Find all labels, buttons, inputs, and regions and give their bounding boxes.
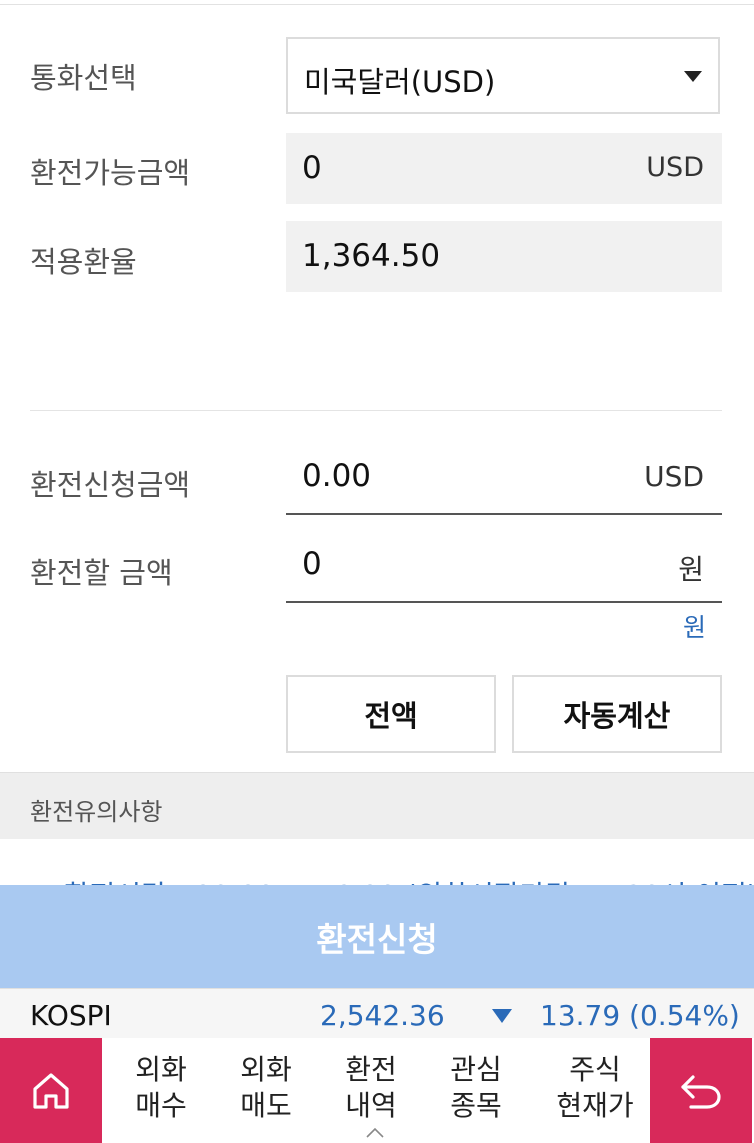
section-divider <box>30 410 722 411</box>
auto-calc-button[interactable]: 자동계산 <box>512 675 722 753</box>
nav-item-exchange-history-line2: 내역 <box>345 1089 397 1122</box>
ticker-change: 13.79 (0.54%) <box>540 999 740 1032</box>
notice-header: 환전유의사항 <box>0 772 754 839</box>
chevron-up-icon <box>366 1127 384 1138</box>
nav-item-stock-price-line2: 현재가 <box>556 1089 634 1122</box>
exchange-amount-unit: 원 <box>678 553 704 586</box>
notice-body: · 환전시간 : 08:00 ~ 16:00 (외화시장마감 15:30시 이전… <box>0 838 754 885</box>
nav-item-fx-buy[interactable]: 외화 매수 <box>132 1052 190 1124</box>
home-button[interactable] <box>0 1038 102 1143</box>
top-divider <box>0 4 754 5</box>
exchange-apply-button[interactable]: 환전신청 <box>0 885 754 988</box>
home-icon <box>33 1072 69 1109</box>
notice-title: 환전유의사항 <box>30 798 163 826</box>
exchange-amount-label: 환전할 금액 <box>30 556 173 590</box>
nav-item-watchlist-line1: 관심 <box>450 1053 502 1086</box>
rate-field: 1,364.50 <box>286 221 722 292</box>
nav-item-exchange-history[interactable]: 환전 내역 <box>342 1052 400 1124</box>
request-amount-input[interactable]: 0.00 USD <box>286 453 722 515</box>
rate-label: 적용환율 <box>30 245 137 279</box>
ticker-name: KOSPI <box>30 999 112 1032</box>
down-triangle-icon <box>492 1009 512 1023</box>
nav-item-watchlist[interactable]: 관심 종목 <box>447 1052 505 1124</box>
available-amount-unit: USD <box>646 152 704 183</box>
exchange-amount-input[interactable]: 0 원 <box>286 541 722 603</box>
index-ticker[interactable]: KOSPI 2,542.36 13.79 (0.54%) <box>0 988 754 1039</box>
nav-item-stock-price-line1: 주식 <box>569 1053 621 1086</box>
notice-text: · 환전시간 : 08:00 ~ 16:00 (외화시장마감 15:30시 이전… <box>46 874 754 885</box>
nav-item-fx-sell[interactable]: 외화 매도 <box>237 1052 295 1124</box>
exchange-amount-value: 0 <box>302 546 322 582</box>
nav-item-fx-sell-line1: 외화 <box>240 1053 292 1086</box>
nav-item-fx-buy-line2: 매수 <box>135 1089 187 1122</box>
currency-selected-value: 미국달러(USD) <box>304 65 496 99</box>
back-button[interactable] <box>650 1038 752 1143</box>
rate-value: 1,364.50 <box>302 238 441 274</box>
available-amount-value: 0 <box>302 150 322 186</box>
nav-item-exchange-history-line1: 환전 <box>345 1053 397 1086</box>
request-amount-label: 환전신청금액 <box>30 468 191 502</box>
exchange-amount-hint: 원 <box>682 613 706 642</box>
currency-select[interactable]: 미국달러(USD) <box>286 37 720 114</box>
currency-label: 통화선택 <box>30 61 137 95</box>
nav-item-fx-buy-line1: 외화 <box>135 1053 187 1086</box>
full-amount-button[interactable]: 전액 <box>286 675 496 753</box>
back-arrow-icon <box>681 1074 721 1109</box>
nav-item-stock-price[interactable]: 주식 현재가 <box>552 1052 638 1124</box>
ticker-price: 2,542.36 <box>320 999 445 1032</box>
available-amount-label: 환전가능금액 <box>30 156 191 190</box>
available-amount-field: 0 USD <box>286 133 722 204</box>
nav-item-watchlist-line2: 종목 <box>450 1089 502 1122</box>
chevron-down-icon <box>684 71 702 82</box>
request-amount-unit: USD <box>644 460 704 493</box>
request-amount-value: 0.00 <box>302 458 372 494</box>
nav-item-fx-sell-line2: 매도 <box>240 1089 292 1122</box>
